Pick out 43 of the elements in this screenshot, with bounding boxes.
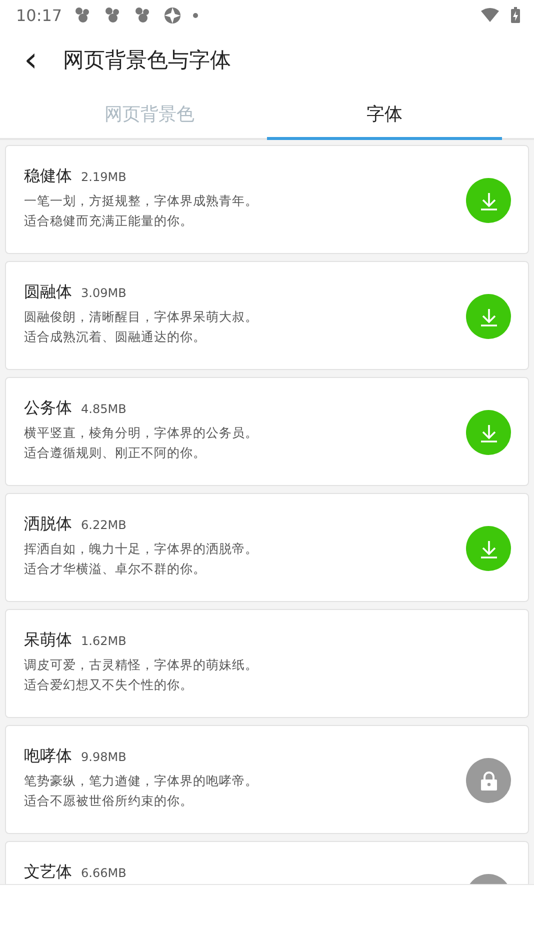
download-icon [478,422,498,442]
font-description: 一笔一划，方挺规整，字体界成熟青年。 [24,193,259,210]
font-size: 4.85MB [81,402,126,416]
font-description: 适合不愿被世俗所约束的你。 [24,793,194,810]
status-time: 10:17 [16,6,62,24]
download-icon [478,538,498,558]
wifi-icon [481,8,499,22]
font-size: 6.66MB [81,866,126,880]
download-button[interactable] [466,294,511,339]
font-description: 适合稳健而充满正能量的你。 [24,213,194,230]
font-description: 适合成熟沉着、圆融通达的你。 [24,329,207,346]
font-size: 9.98MB [81,750,126,764]
font-size: 6.22MB [81,518,126,532]
download-button[interactable] [466,178,511,223]
font-name: 呆萌体 [24,630,72,651]
dot-icon [193,12,198,18]
page-title: 网页背景色与字体 [63,47,231,74]
battery-icon [511,7,520,23]
font-description: 横平竖直，棱角分明，字体界的公务员。 [24,425,259,442]
font-description: 适合遵循规则、刚正不阿的你。 [24,445,207,462]
font-name: 文艺体 [24,862,72,883]
font-description: 圆融俊朗，清晰醒目，字体界呆萌大叔。 [24,309,259,326]
download-button[interactable] [466,526,511,571]
download-icon [478,190,498,210]
font-size: 1.62MB [81,634,126,648]
font-description: 调皮可爱，古灵精怪，字体界的萌妹纸。 [24,657,259,674]
font-size: 3.09MB [81,286,126,300]
lock-button[interactable] [466,758,511,803]
download-button[interactable] [466,410,511,455]
font-name: 洒脱体 [24,514,72,535]
lock-icon [480,770,498,790]
font-description: 适合爱幻想又不失个性的你。 [24,677,194,694]
font-name: 咆哮体 [24,746,72,767]
font-name: 稳健体 [24,166,72,187]
font-description: 挥洒自如，魄力十足，字体界的洒脱帝。 [24,541,259,558]
font-description: 适合才华横溢、卓尔不群的你。 [24,561,207,578]
back-button[interactable]: ‹ [20,43,60,77]
font-name: 公务体 [24,398,72,419]
font-name: 圆融体 [24,282,72,303]
download-icon [478,306,498,326]
font-size: 2.19MB [81,170,126,184]
font-description: 笔势豪纵，笔力遒健，字体界的咆哮帝。 [24,773,259,790]
aperture-icon [164,6,182,24]
